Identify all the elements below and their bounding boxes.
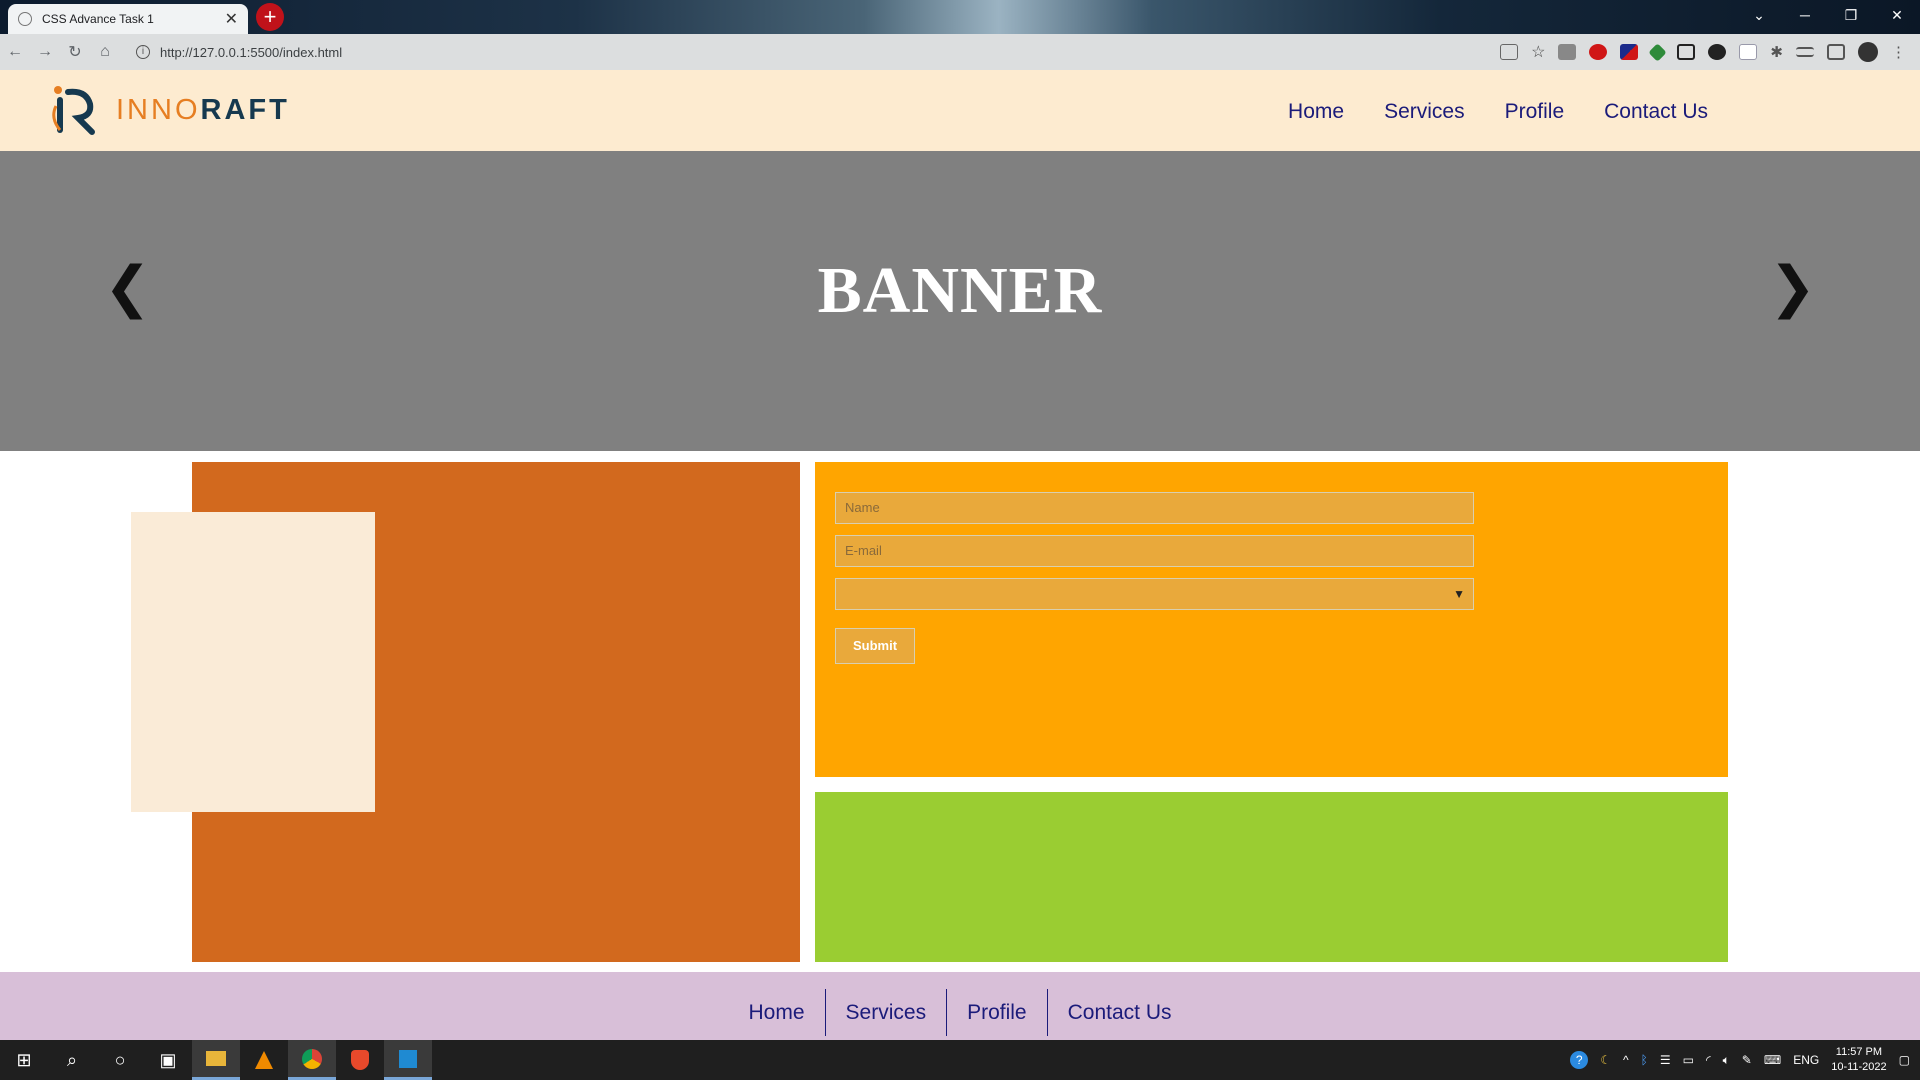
clock-time: 11:57 PM bbox=[1835, 1046, 1883, 1058]
close-window-icon[interactable]: ✕ bbox=[1874, 0, 1920, 30]
site-info-icon[interactable]: i bbox=[136, 45, 150, 59]
reading-list-icon[interactable] bbox=[1796, 47, 1814, 57]
page-favicon-icon bbox=[18, 12, 32, 26]
volume-icon[interactable]: 🔈︎ bbox=[1723, 1053, 1730, 1068]
cortana-icon[interactable]: ○ bbox=[96, 1040, 144, 1080]
avatar[interactable] bbox=[1858, 42, 1878, 62]
restore-icon[interactable]: ❐ bbox=[1828, 0, 1874, 30]
logo[interactable]: INNORAFT bbox=[48, 84, 290, 136]
tab-search-icon[interactable]: ⌄ bbox=[1736, 0, 1782, 30]
task-view-icon[interactable]: ▣ bbox=[144, 1040, 192, 1080]
innoraft-logo-icon bbox=[52, 86, 95, 135]
window-controls: ⌄ ─ ❐ ✕ bbox=[1736, 0, 1920, 30]
bookmark-star-icon[interactable]: ☆ bbox=[1531, 42, 1545, 62]
submit-button[interactable]: Submit bbox=[835, 628, 915, 664]
windows-start-icon[interactable]: ⊞ bbox=[0, 1040, 48, 1080]
form-panel: Name E-mail ▼ Submit bbox=[815, 462, 1728, 777]
cream-panel bbox=[131, 512, 375, 812]
main-nav: Home Services Profile Contact Us bbox=[1288, 100, 1708, 124]
tab-close-icon[interactable]: ✕ bbox=[225, 9, 238, 29]
banner-next-arrow-icon[interactable]: ❯ bbox=[1769, 255, 1816, 320]
notifications-icon[interactable]: ▢ bbox=[1899, 1053, 1910, 1067]
opera-icon[interactable] bbox=[1589, 44, 1608, 60]
minimize-icon[interactable]: ─ bbox=[1782, 0, 1828, 30]
tab-title: CSS Advance Task 1 bbox=[42, 12, 154, 26]
logo-text-inno: INNO bbox=[116, 93, 201, 126]
language-indicator[interactable]: ENG bbox=[1793, 1053, 1819, 1067]
share-icon[interactable] bbox=[1500, 44, 1519, 60]
url-text: http://127.0.0.1:5500/index.html bbox=[160, 44, 343, 60]
extensions-area: ☆ ✱ ⋮ bbox=[1500, 42, 1906, 62]
forward-icon[interactable]: → bbox=[30, 43, 60, 61]
new-tab-button[interactable]: + bbox=[256, 3, 284, 31]
footer-contact-link[interactable]: Contact Us bbox=[1048, 989, 1192, 1036]
address-bar[interactable]: i http://127.0.0.1:5500/index.html bbox=[128, 38, 1428, 66]
file-explorer-icon[interactable] bbox=[192, 1040, 240, 1080]
extension-icon[interactable] bbox=[1648, 42, 1668, 62]
search-icon[interactable]: ⌕ bbox=[48, 1040, 96, 1080]
show-hidden-icons-icon[interactable]: ^ bbox=[1623, 1053, 1629, 1067]
bluetooth-icon[interactable]: ᛒ bbox=[1641, 1053, 1648, 1067]
banner: ❮ BANNER ❯ bbox=[0, 151, 1920, 451]
chevron-down-icon: ▼ bbox=[1453, 587, 1465, 601]
extension-icon[interactable] bbox=[1708, 44, 1727, 60]
banner-title: BANNER bbox=[817, 254, 1103, 327]
system-tray: ? ☾ ^ ᛒ ☰ ▭ ◜ 🔈︎ ✎ ⌨ ENG 11:57 PM 10-11-… bbox=[1570, 1045, 1920, 1075]
email-input[interactable]: E-mail bbox=[835, 535, 1474, 567]
back-icon[interactable]: ← bbox=[0, 43, 30, 61]
vlc-icon[interactable] bbox=[240, 1040, 288, 1080]
kebab-menu-icon[interactable]: ⋮ bbox=[1891, 43, 1906, 61]
clock-date: 10-11-2022 bbox=[1831, 1061, 1887, 1073]
footer-nav: Home Services Profile Contact Us bbox=[0, 989, 1920, 1036]
extension-icon[interactable] bbox=[1739, 44, 1758, 60]
extension-icon[interactable] bbox=[1620, 44, 1639, 60]
reload-icon[interactable]: ↻ bbox=[60, 42, 90, 62]
brave-icon[interactable] bbox=[336, 1040, 384, 1080]
os-taskbar: ⊞ ⌕ ○ ▣ ? ☾ ^ ᛒ ☰ ▭ ◜ 🔈︎ ✎ ⌨ ENG 11:57 P… bbox=[0, 1040, 1920, 1080]
browser-tab[interactable]: CSS Advance Task 1 ✕ bbox=[8, 4, 248, 34]
weather-icon[interactable]: ☾ bbox=[1600, 1053, 1611, 1067]
browser-toolbar: ← → ↻ ⌂ i http://127.0.0.1:5500/index.ht… bbox=[0, 34, 1920, 70]
footer-profile-link[interactable]: Profile bbox=[947, 989, 1048, 1036]
side-panel-icon[interactable] bbox=[1827, 44, 1845, 60]
site-footer: Home Services Profile Contact Us bbox=[0, 972, 1920, 1040]
site-header: INNORAFT Home Services Profile Contact U… bbox=[0, 70, 1920, 151]
nav-contact-link[interactable]: Contact Us bbox=[1604, 100, 1708, 124]
green-panel bbox=[815, 792, 1728, 962]
network-icon[interactable]: ☰ bbox=[1660, 1053, 1671, 1067]
nav-profile-link[interactable]: Profile bbox=[1505, 100, 1565, 124]
footer-home-link[interactable]: Home bbox=[729, 989, 826, 1036]
option-select[interactable]: ▼ bbox=[835, 578, 1474, 610]
chrome-icon[interactable] bbox=[288, 1040, 336, 1080]
browser-tab-strip: CSS Advance Task 1 ✕ + ⌄ ─ ❐ ✕ bbox=[0, 0, 1920, 34]
footer-services-link[interactable]: Services bbox=[826, 989, 948, 1036]
vscode-icon[interactable] bbox=[384, 1040, 432, 1080]
help-icon[interactable]: ? bbox=[1570, 1051, 1589, 1069]
keyboard-icon[interactable]: ⌨ bbox=[1764, 1053, 1781, 1067]
logo-text: INNORAFT bbox=[116, 94, 290, 127]
extension-icon[interactable] bbox=[1558, 44, 1577, 60]
nav-services-link[interactable]: Services bbox=[1384, 100, 1465, 124]
logo-text-raft: RAFT bbox=[200, 93, 290, 126]
battery-icon[interactable]: ▭ bbox=[1683, 1053, 1694, 1067]
name-input[interactable]: Name bbox=[835, 492, 1474, 524]
nav-home-link[interactable]: Home bbox=[1288, 100, 1344, 124]
pen-icon[interactable]: ✎ bbox=[1742, 1053, 1752, 1067]
wifi-icon[interactable]: ◜ bbox=[1706, 1053, 1711, 1067]
picture-in-picture-icon[interactable] bbox=[1677, 44, 1696, 60]
home-icon[interactable]: ⌂ bbox=[90, 43, 120, 61]
puzzle-icon[interactable]: ✱ bbox=[1770, 43, 1783, 61]
clock[interactable]: 11:57 PM 10-11-2022 bbox=[1831, 1045, 1886, 1075]
